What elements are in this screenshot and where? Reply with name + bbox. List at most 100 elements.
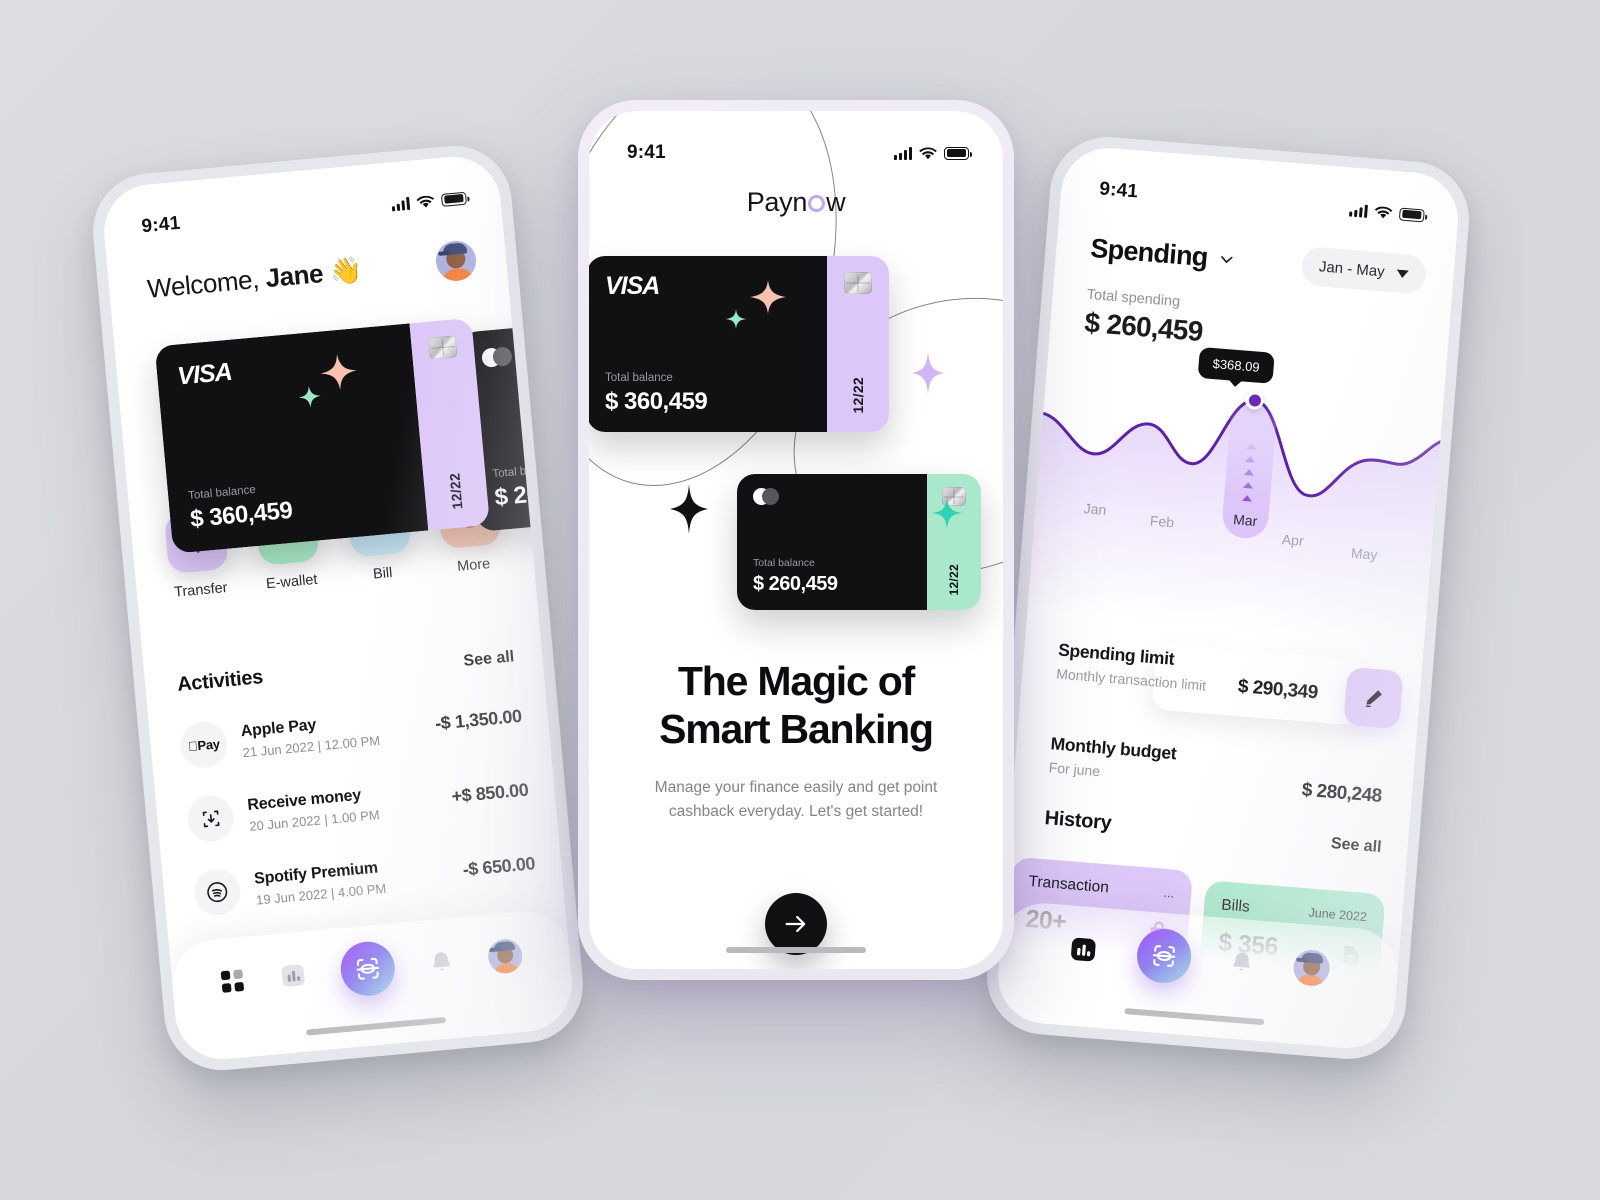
battery-icon	[1398, 207, 1425, 222]
activity-amount: -$ 1,350.00	[434, 705, 523, 734]
monthly-budget-row[interactable]: Monthly budget For june $ 280,248	[1048, 733, 1388, 807]
spotify-icon	[192, 867, 243, 918]
nav-item-scan[interactable]	[1134, 926, 1193, 986]
activity-amount: +$ 850.00	[450, 779, 530, 806]
phone-home-screen: 9:41 Welcome, Jane 👋 Total balance $ 260…	[88, 140, 588, 1076]
home-header: Welcome, Jane 👋	[145, 239, 478, 309]
chip-icon	[844, 272, 872, 294]
wifi-icon	[416, 195, 435, 208]
status-icons	[894, 146, 972, 160]
nav-item-profile[interactable]	[1291, 948, 1331, 988]
avatar[interactable]	[434, 239, 478, 283]
chart-tooltip: $368.09	[1197, 346, 1275, 384]
sparkle-icon	[298, 385, 321, 408]
nav-item-scan[interactable]	[338, 939, 398, 999]
activity-row[interactable]: Pay Apple Pay 21 Jun 2022 | 12.00 PM -$…	[178, 693, 524, 770]
quick-action-label: More	[456, 556, 491, 575]
history-header: History See all	[1044, 807, 1383, 857]
status-time: 9:41	[1098, 178, 1139, 203]
nav-item-profile[interactable]	[486, 937, 524, 975]
chart-icon	[281, 964, 305, 987]
grid-icon	[220, 969, 244, 993]
activities-title: Activities	[176, 666, 264, 696]
date-range-selector[interactable]: Jan - May	[1300, 245, 1428, 295]
total-spending-value: $ 260,459	[1083, 306, 1204, 348]
home-screen: 9:41 Welcome, Jane 👋 Total balance $ 260…	[100, 152, 576, 1064]
wave-emoji: 👋	[328, 254, 363, 287]
card-expiry: 12/22	[446, 472, 466, 511]
activity-amount: -$ 650.00	[461, 852, 536, 880]
budget-value: $ 280,248	[1300, 779, 1383, 807]
status-bar: 9:41	[589, 111, 1003, 173]
history-see-all[interactable]: See all	[1330, 835, 1382, 857]
welcome-name: Jane	[264, 257, 325, 293]
quick-action-label: Bill	[372, 564, 394, 583]
caret-down-icon	[1396, 268, 1409, 278]
scan-icon	[356, 957, 380, 980]
apple-pay-icon: Pay	[178, 719, 229, 770]
welcome-text: Welcome, Jane 👋	[146, 254, 363, 304]
status-time: 9:41	[627, 142, 666, 163]
chip-icon	[427, 335, 458, 360]
phone-onboarding-screen: 9:41 Payn w VISA Total balance $ 360,459…	[578, 100, 1014, 980]
card-primary[interactable]: VISA Total balance $ 360,459 12/22	[154, 317, 491, 554]
activities-header: Activities See all	[176, 643, 515, 697]
brand-o-icon	[808, 195, 826, 212]
sparkle-icon	[725, 309, 747, 329]
onboarding-hero: The Magic of Smart Banking Manage your f…	[621, 657, 971, 824]
month-label-apr: Apr	[1281, 531, 1305, 549]
nav-item-home[interactable]	[218, 967, 246, 995]
quick-action-label: Transfer	[173, 579, 229, 601]
avatar-icon	[1291, 948, 1331, 988]
nav-item-notifications[interactable]	[1228, 948, 1256, 976]
total-spending: Total spending $ 260,459	[1083, 287, 1205, 348]
spending-chart[interactable]: Mar $368.09 Jan Feb Apr May	[1027, 346, 1462, 645]
history-card-name: Transaction	[1027, 872, 1110, 897]
subtext: Manage your finance easily and get point…	[654, 778, 938, 820]
bell-icon	[433, 952, 451, 971]
bell-icon	[1233, 952, 1250, 971]
phone-spending-screen: 9:41 Spending Jan - May Total spending $…	[982, 132, 1474, 1064]
activity-row[interactable]: Spotify Premium 19 Jun 2022 | 4.00 PM -$…	[192, 840, 537, 918]
stage: 9:41 Welcome, Jane 👋 Total balance $ 260…	[0, 0, 1600, 1200]
month-label-selected: Mar	[1232, 511, 1258, 530]
month-label-jan: Jan	[1083, 500, 1107, 518]
wifi-icon	[919, 146, 937, 159]
headline: The Magic of Smart Banking	[621, 657, 971, 754]
card-expiry: 12/22	[850, 377, 866, 414]
status-icons	[1349, 203, 1425, 222]
activities-see-all[interactable]: See all	[463, 648, 515, 671]
nav-item-notifications[interactable]	[427, 948, 455, 976]
status-time: 9:41	[140, 212, 182, 238]
card-secondary[interactable]: Total balance $ 260,459 12/22	[737, 474, 981, 610]
nav-item-statistics[interactable]	[1068, 933, 1100, 965]
chart-tooltip-value: $368.09	[1212, 356, 1261, 375]
arrow-right-icon	[785, 915, 806, 933]
spending-header: Spending Jan - May	[1089, 229, 1428, 295]
history-title: History	[1043, 807, 1113, 835]
scan-icon	[1152, 945, 1176, 967]
chip-icon	[942, 487, 966, 506]
signal-bars-icon	[1349, 203, 1369, 218]
card-balance-label: Total balance	[491, 462, 561, 481]
signal-bars-icon	[894, 146, 912, 160]
card-balance-value: $ 360,459	[605, 388, 708, 415]
history-card-more-icon[interactable]: ...	[1163, 886, 1175, 901]
get-started-button[interactable]	[765, 893, 827, 955]
card-primary[interactable]: VISA Total balance $ 360,459 12/22	[589, 256, 889, 432]
onboarding-screen: 9:41 Payn w VISA Total balance $ 360,459…	[589, 111, 1003, 969]
spending-title-text: Spending	[1089, 232, 1209, 273]
history-card-date: June 2022	[1308, 905, 1368, 925]
spending-limit-row[interactable]: Spending limit Monthly transaction limit…	[1053, 640, 1404, 743]
card-balance-label: Total balance	[753, 557, 815, 569]
activity-row[interactable]: Receive money 20 Jun 2022 | 1.00 PM +$ 8…	[185, 767, 531, 844]
brand-text-before: Payn	[746, 187, 808, 217]
nav-item-statistics[interactable]	[278, 960, 308, 990]
date-range-label: Jan - May	[1318, 258, 1386, 281]
home-indicator	[726, 947, 866, 953]
page-title[interactable]: Spending	[1089, 233, 1236, 276]
battery-icon	[944, 146, 972, 160]
visa-logo: VISA	[176, 357, 233, 391]
status-bar: 9:41	[100, 153, 502, 251]
avatar-icon	[486, 937, 524, 975]
